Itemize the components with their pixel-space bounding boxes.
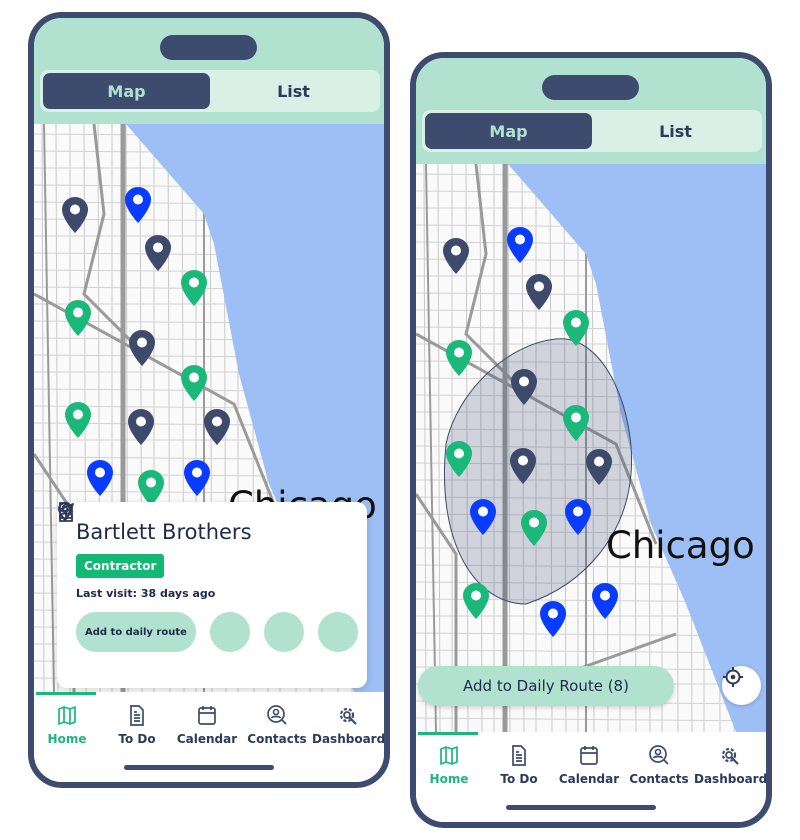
nav-label: Calendar bbox=[558, 772, 620, 786]
home-indicator bbox=[124, 765, 274, 770]
add-to-daily-route-button[interactable]: Add to Daily Route (8) bbox=[418, 666, 674, 706]
my-location-button[interactable] bbox=[722, 666, 761, 705]
crosshair-icon bbox=[723, 667, 743, 687]
calendar-icon bbox=[580, 746, 598, 765]
tab-map[interactable]: Map bbox=[425, 113, 592, 149]
phone-right: Map List Chicago Add to Daily Route (8) … bbox=[410, 52, 772, 828]
map-pin-icon[interactable] bbox=[87, 460, 113, 496]
add-note-button[interactable] bbox=[59, 502, 358, 652]
map-pin-icon[interactable] bbox=[592, 583, 618, 619]
nav-label: Contacts bbox=[629, 772, 689, 786]
nav-item-contacts[interactable]: Contacts bbox=[624, 744, 694, 786]
map-pin-icon[interactable] bbox=[507, 227, 533, 263]
nav-label: Dashboard bbox=[312, 732, 386, 746]
gear-wrench-icon bbox=[721, 747, 739, 765]
document-icon bbox=[512, 745, 526, 766]
map-pin-icon[interactable] bbox=[65, 300, 91, 336]
location-title: Bartlett Brothers bbox=[76, 520, 252, 544]
view-toggle: Map List bbox=[40, 70, 380, 112]
navigate-button[interactable] bbox=[58, 503, 250, 652]
nav-label: To Do bbox=[118, 732, 156, 746]
map[interactable]: Chicago Bartlett Brothers Contractor Las… bbox=[34, 124, 384, 692]
last-visit: Last visit: 38 days ago bbox=[58, 502, 348, 600]
gear-wrench-icon bbox=[339, 707, 357, 725]
nav-item-calendar[interactable]: Calendar bbox=[172, 704, 242, 746]
nav-item-dashboard[interactable]: Dashboard bbox=[694, 744, 768, 786]
nav-label: Dashboard bbox=[694, 772, 768, 786]
view-toggle: Map List bbox=[422, 110, 762, 152]
contact-search-icon bbox=[267, 705, 287, 725]
map-pin-icon[interactable] bbox=[540, 601, 566, 637]
calendar-icon bbox=[198, 706, 216, 725]
nav-item-to-do[interactable]: To Do bbox=[102, 704, 172, 746]
map-pin-icon[interactable] bbox=[184, 460, 210, 496]
map-pin-icon[interactable] bbox=[125, 187, 151, 223]
type-badge: Contractor bbox=[76, 554, 165, 578]
nav-label: Home bbox=[47, 732, 87, 746]
map-icon bbox=[58, 706, 76, 725]
active-tab-indicator bbox=[418, 732, 478, 735]
map-pin-icon[interactable] bbox=[65, 402, 91, 438]
tab-list[interactable]: List bbox=[210, 73, 377, 109]
map-pin-icon[interactable] bbox=[443, 238, 469, 274]
map-pin-icon[interactable] bbox=[138, 470, 164, 506]
map[interactable]: Chicago Add to Daily Route (8) bbox=[416, 164, 766, 732]
location-card: Bartlett Brothers Contractor Last visit:… bbox=[57, 502, 367, 688]
map-pin-icon[interactable] bbox=[129, 330, 155, 366]
active-tab-indicator bbox=[36, 692, 96, 695]
last-visit-text: Last visit: 38 days ago bbox=[76, 587, 216, 600]
nav-item-contacts[interactable]: Contacts bbox=[242, 704, 312, 746]
map-pin-icon[interactable] bbox=[446, 340, 472, 376]
tab-list[interactable]: List bbox=[592, 113, 759, 149]
nav-item-home[interactable]: Home bbox=[34, 704, 102, 746]
contact-search-icon bbox=[649, 745, 669, 765]
nav-label: To Do bbox=[500, 772, 538, 786]
header: Map List bbox=[34, 18, 384, 124]
map-pin-icon[interactable] bbox=[463, 583, 489, 619]
header: Map List bbox=[416, 58, 766, 164]
nav-item-calendar[interactable]: Calendar bbox=[554, 744, 624, 786]
document-icon bbox=[130, 705, 144, 726]
nav-item-to-do[interactable]: To Do bbox=[484, 744, 554, 786]
nav-label: Contacts bbox=[247, 732, 307, 746]
map-canvas[interactable] bbox=[416, 164, 766, 732]
tab-map[interactable]: Map bbox=[43, 73, 210, 109]
contact-button[interactable] bbox=[59, 503, 304, 652]
notch bbox=[542, 75, 639, 100]
map-pin-icon[interactable] bbox=[526, 274, 552, 310]
nav-item-dashboard[interactable]: Dashboard bbox=[312, 704, 386, 746]
city-label: Chicago bbox=[606, 524, 755, 567]
nav-label: Home bbox=[429, 772, 469, 786]
map-pin-icon[interactable] bbox=[145, 235, 171, 271]
add-to-daily-route-button[interactable]: Add to daily route bbox=[76, 612, 196, 652]
notch bbox=[160, 35, 257, 60]
home-indicator bbox=[506, 805, 656, 810]
nav-label: Calendar bbox=[176, 732, 238, 746]
nav-item-home[interactable]: Home bbox=[416, 744, 484, 786]
add-document-icon bbox=[59, 502, 73, 522]
phone-left: Map List Chicago Bartlett Brothers Contr… bbox=[28, 12, 390, 788]
map-icon bbox=[440, 746, 458, 765]
